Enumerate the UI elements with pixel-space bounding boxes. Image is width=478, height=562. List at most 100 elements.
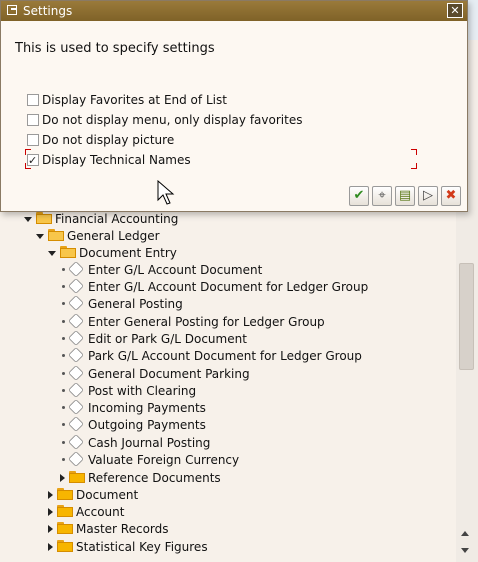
dialog-titlebar[interactable]: Settings ✕: [1, 1, 467, 21]
transaction-icon: [68, 330, 84, 346]
scroll-down-arrow-icon[interactable]: [461, 548, 469, 553]
menu-tree: Financial Accounting General Ledger Docume…: [0, 160, 456, 562]
tree-folder-item[interactable]: Document Entry: [48, 245, 177, 262]
option-favorites-end[interactable]: Display Favorites at End of List: [27, 91, 227, 109]
bullet-icon: [62, 320, 65, 323]
expand-arrow-icon[interactable]: [48, 251, 56, 256]
tree-transaction-item[interactable]: Edit or Park G/L Document: [60, 330, 247, 348]
collapse-arrow-icon[interactable]: [48, 525, 53, 533]
transaction-icon: [68, 295, 84, 311]
checkbox-no-picture[interactable]: [27, 134, 39, 146]
export-icon: ▤: [398, 188, 412, 203]
dialog-description: This is used to specify settings: [15, 41, 215, 56]
bullet-icon: [62, 354, 65, 357]
tree-item-label: Enter G/L Account Document: [88, 263, 263, 277]
scroll-up-arrow-icon[interactable]: [461, 531, 469, 536]
cancel-button[interactable]: ✖: [441, 186, 461, 206]
dialog-title: Settings: [23, 4, 73, 18]
option-label: Display Technical Names: [42, 153, 191, 167]
option-technical-names[interactable]: Display Technical Names: [27, 151, 191, 170]
option-only-favorites[interactable]: Do not display menu, only display favori…: [27, 111, 302, 129]
tree-transaction-item[interactable]: General Document Parking: [60, 365, 250, 383]
option-label: Do not display menu, only display favori…: [42, 113, 303, 127]
bullet-icon: [62, 441, 65, 444]
tree-transaction-item[interactable]: Enter G/L Account Document: [60, 261, 263, 279]
folder-icon: [69, 471, 85, 483]
checkbox-only-favorites[interactable]: [27, 114, 39, 126]
folder-open-icon: [36, 212, 52, 224]
transaction-icon: [68, 434, 84, 450]
focus-frame-corner: [25, 163, 31, 169]
transaction-icon: [68, 261, 84, 277]
tree-transaction-item[interactable]: Incoming Payments: [60, 399, 206, 417]
tree-folder-item[interactable]: General Ledger: [36, 228, 160, 245]
collapse-arrow-icon[interactable]: [48, 508, 53, 516]
tree-transaction-item[interactable]: Post with Clearing: [60, 382, 197, 400]
expand-arrow-icon[interactable]: [36, 234, 44, 239]
confirm-button[interactable]: ✔: [349, 186, 369, 206]
tree-item-label: General Posting: [88, 297, 183, 311]
export-button[interactable]: ▤: [395, 186, 415, 206]
tree-item-label: Account: [76, 505, 125, 519]
collapse-arrow-icon[interactable]: [48, 543, 53, 551]
tree-item-label: Post with Clearing: [88, 384, 197, 398]
transaction-icon: [68, 451, 84, 467]
scrollbar-thumb[interactable]: [459, 263, 474, 370]
tree-folder-item[interactable]: Financial Accounting: [24, 211, 178, 228]
collapse-arrow-icon[interactable]: [60, 474, 65, 482]
tree-item-label: Master Records: [76, 522, 169, 536]
navigate-icon: ▷: [423, 188, 433, 203]
folder-open-icon: [48, 229, 64, 241]
option-label: Display Favorites at End of List: [42, 93, 227, 107]
tree-item-label: Financial Accounting: [55, 212, 179, 226]
transaction-icon: [68, 313, 84, 329]
find-button[interactable]: ⌖: [372, 186, 392, 206]
tree-item-label: Incoming Payments: [88, 401, 206, 415]
tree-transaction-item[interactable]: Enter General Posting for Ledger Group: [60, 313, 325, 331]
tree-item-label: General Document Parking: [88, 367, 250, 381]
tree-item-label: General Ledger: [67, 229, 160, 243]
tree-transaction-item[interactable]: Park G/L Account Document for Ledger Gro…: [60, 347, 362, 365]
folder-open-icon: [60, 246, 76, 258]
focus-frame-corner: [411, 149, 417, 155]
expand-arrow-icon[interactable]: [24, 217, 32, 222]
tree-folder-item[interactable]: Reference Documents: [60, 470, 221, 487]
option-no-picture[interactable]: Do not display picture: [27, 131, 174, 149]
tree-item-label: Statistical Key Figures: [76, 540, 208, 554]
tree-folder-item[interactable]: Statistical Key Figures: [48, 539, 208, 556]
tree-item-label: Cash Journal Posting: [88, 436, 211, 450]
close-icon[interactable]: ✕: [447, 3, 463, 18]
tree-transaction-item[interactable]: Valuate Foreign Currency: [60, 451, 239, 469]
checkbox-favorites-end[interactable]: [27, 94, 39, 106]
mouse-cursor-icon: [157, 180, 175, 205]
checkmark-icon: ✔: [353, 188, 365, 203]
tree-folder-item[interactable]: Document: [48, 487, 138, 504]
collapse-arrow-icon[interactable]: [48, 491, 53, 499]
bullet-icon: [62, 389, 65, 392]
tree-item-label: Document: [76, 488, 139, 502]
transaction-icon: [68, 365, 84, 381]
bullet-icon: [62, 406, 65, 409]
tree-transaction-item[interactable]: Outgoing Payments: [60, 416, 206, 434]
transaction-icon: [68, 382, 84, 398]
tree-folder-item[interactable]: Master Records: [48, 521, 169, 538]
folder-icon: [57, 540, 73, 552]
folder-icon: [57, 522, 73, 534]
settings-dialog: Settings ✕ This is used to specify setti…: [0, 0, 468, 212]
tree-transaction-item[interactable]: Cash Journal Posting: [60, 434, 211, 452]
bullet-icon: [62, 458, 65, 461]
bullet-icon: [62, 285, 65, 288]
navigate-button[interactable]: ▷: [418, 186, 438, 206]
folder-icon: [57, 505, 73, 517]
tree-transaction-item[interactable]: Enter G/L Account Document for Ledger Gr…: [60, 278, 368, 296]
tree-item-label: Reference Documents: [88, 471, 221, 485]
cancel-icon: ✖: [445, 188, 457, 203]
bullet-icon: [62, 372, 65, 375]
tree-folder-item[interactable]: Account: [48, 504, 124, 521]
focus-frame-corner: [25, 149, 31, 155]
bullet-icon: [62, 268, 65, 271]
bullet-icon: [62, 337, 65, 340]
bullet-icon: [62, 423, 65, 426]
tree-transaction-item[interactable]: General Posting: [60, 295, 183, 313]
tree-item-label: Document Entry: [79, 246, 177, 260]
